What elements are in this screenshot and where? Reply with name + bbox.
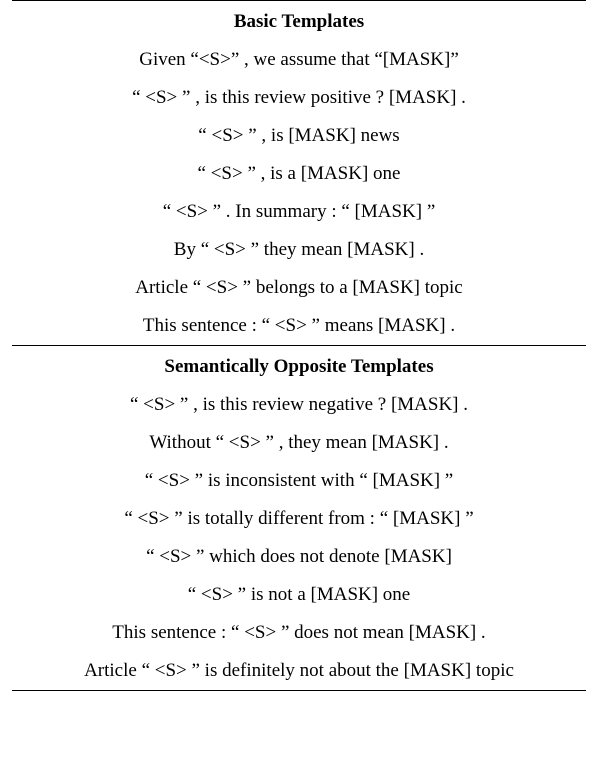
template-row: By “ <S> ” they mean [MASK] .: [12, 231, 586, 269]
template-row: This sentence : “ <S> ” does not mean [M…: [12, 614, 586, 652]
template-row: “ <S> ” , is a [MASK] one: [12, 155, 586, 193]
template-row: This sentence : “ <S> ” means [MASK] .: [12, 307, 586, 345]
template-row: Without “ <S> ” , they mean [MASK] .: [12, 424, 586, 462]
template-row: “ <S> ” , is [MASK] news: [12, 117, 586, 155]
template-row: “ <S> ” is not a [MASK] one: [12, 576, 586, 614]
template-row: Given “<S>” , we assume that “[MASK]”: [12, 41, 586, 79]
template-row: Article “ <S> ” is definitely not about …: [12, 652, 586, 690]
basic-templates-heading: Basic Templates: [12, 1, 586, 41]
template-row: “ <S> ” , is this review positive ? [MAS…: [12, 79, 586, 117]
template-row: “ <S> ” . In summary : “ [MASK] ”: [12, 193, 586, 231]
table-container: Basic Templates Given “<S>” , we assume …: [0, 0, 598, 691]
template-row: Article “ <S> ” belongs to a [MASK] topi…: [12, 269, 586, 307]
opposite-templates-heading: Semantically Opposite Templates: [12, 346, 586, 386]
template-row: “ <S> ” is totally different from : “ [M…: [12, 500, 586, 538]
bottom-rule: [12, 690, 586, 691]
template-row: “ <S> ” is inconsistent with “ [MASK] ”: [12, 462, 586, 500]
template-row: “ <S> ” which does not denote [MASK]: [12, 538, 586, 576]
template-row: “ <S> ” , is this review negative ? [MAS…: [12, 386, 586, 424]
